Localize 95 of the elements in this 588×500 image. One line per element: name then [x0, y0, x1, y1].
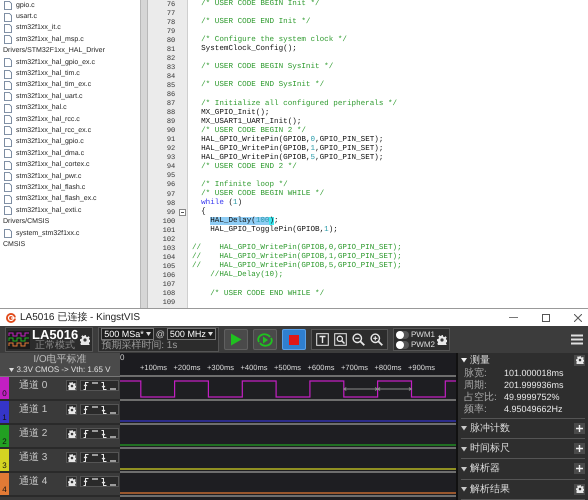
- measure-value: 49.9999752%: [504, 392, 560, 404]
- mode-label: 正常模式: [35, 341, 76, 351]
- measure-value: 101.000018ms: [504, 368, 564, 380]
- file-icon: [4, 229, 12, 238]
- channel-number: 0: [2, 389, 7, 399]
- stop-icon: [288, 334, 299, 344]
- start-button[interactable]: [224, 329, 248, 350]
- channel-color-tab[interactable]: 4: [0, 473, 9, 495]
- trigger-selector[interactable]: [80, 476, 119, 487]
- io-standard-dropdown[interactable]: 3.3V CMOS -> Vth: 1.65 V: [9, 365, 111, 375]
- sample-rate-dropdown[interactable]: 500 MSa*: [101, 328, 154, 340]
- stop-button[interactable]: [282, 329, 306, 350]
- collapsed-triangle-icon[interactable]: [461, 425, 467, 432]
- io-standard-title: I/O电平标准: [33, 354, 87, 365]
- channel-settings-icon[interactable]: [68, 430, 76, 438]
- channel-number: 2: [2, 437, 7, 447]
- settings-icon[interactable]: [80, 334, 90, 344]
- measure-value: 4.95049662Hz: [504, 404, 563, 416]
- channel-color-tab[interactable]: 2: [0, 425, 9, 447]
- section-title[interactable]: 脉冲计数: [470, 422, 510, 434]
- section-title[interactable]: 解析结果: [470, 484, 510, 495]
- measure-label: 占空比:: [464, 392, 498, 404]
- measure-value: 201.999936ms: [504, 380, 564, 392]
- time-origin: 0: [120, 353, 124, 363]
- add-button[interactable]: [574, 422, 585, 434]
- rising-edge-icon[interactable]: [83, 406, 89, 414]
- collapsed-triangle-icon[interactable]: [461, 446, 467, 452]
- caret-icon: [208, 332, 213, 336]
- channel-name[interactable]: 通道 2: [19, 428, 63, 439]
- channel-name[interactable]: 通道 3: [19, 452, 63, 463]
- measure-label: 周期:: [464, 380, 488, 392]
- measurement-arrow: [342, 387, 412, 391]
- channel-settings-icon[interactable]: [68, 478, 76, 486]
- trigger-selector[interactable]: [80, 380, 119, 391]
- pwm-toggle[interactable]: [396, 340, 409, 348]
- falling-edge-icon[interactable]: [101, 478, 107, 486]
- section-title[interactable]: 解析器: [470, 463, 500, 474]
- plus-icon: [576, 424, 583, 432]
- maximize-icon[interactable]: [542, 314, 550, 322]
- device-name: LA5016: [32, 328, 78, 341]
- close-icon[interactable]: [574, 314, 582, 322]
- collapsed-triangle-icon[interactable]: [461, 466, 467, 472]
- channel-number: 4: [2, 485, 7, 495]
- play-icon: [230, 333, 242, 346]
- zoom-out-icon[interactable]: [352, 333, 365, 346]
- rising-edge-icon[interactable]: [83, 382, 89, 390]
- channel-color-tab[interactable]: 3: [0, 449, 9, 471]
- text-tool-icon[interactable]: [316, 333, 329, 346]
- falling-edge-icon[interactable]: [101, 406, 107, 414]
- measure-label: 频率:: [464, 404, 488, 416]
- pwm-label: PWM2: [410, 340, 435, 349]
- sample-clock-dropdown[interactable]: 500 MHz: [166, 328, 216, 340]
- loop-button[interactable]: [252, 329, 277, 350]
- section-title[interactable]: 测量: [470, 354, 490, 366]
- channel-number: 3: [2, 461, 7, 471]
- plus-icon: [576, 445, 583, 452]
- expanded-triangle-icon[interactable]: [461, 357, 467, 364]
- channel-settings-icon[interactable]: [68, 382, 76, 390]
- rising-edge-icon[interactable]: [83, 430, 89, 438]
- falling-edge-icon[interactable]: [101, 382, 107, 390]
- expected-time-label: 预期采样时间: 1s: [101, 340, 178, 351]
- pwm-settings-icon[interactable]: [436, 334, 447, 344]
- rising-edge-icon[interactable]: [83, 478, 89, 486]
- trigger-selector[interactable]: [80, 428, 119, 439]
- measure-label: 脉宽:: [464, 368, 488, 380]
- trigger-selector[interactable]: [80, 404, 119, 415]
- trigger-selector[interactable]: [80, 452, 119, 463]
- falling-edge-icon[interactable]: [101, 454, 107, 462]
- zoom-in-icon[interactable]: [370, 333, 383, 346]
- fold-toggle-icon[interactable]: [178, 209, 186, 216]
- channel-settings-icon[interactable]: [68, 406, 76, 414]
- channel-settings-icon[interactable]: [68, 454, 76, 462]
- loop-play-icon: [256, 332, 274, 346]
- add-button[interactable]: [574, 463, 585, 474]
- zoom-fit-icon[interactable]: [334, 333, 347, 346]
- at-sign: @: [156, 329, 165, 339]
- rising-edge-icon[interactable]: [83, 454, 89, 462]
- plus-icon: [576, 465, 583, 472]
- falling-edge-icon[interactable]: [101, 430, 107, 438]
- channel-name[interactable]: 通道 1: [19, 404, 63, 415]
- channel-number: 1: [2, 413, 7, 423]
- collapsed-triangle-icon[interactable]: [461, 486, 467, 492]
- channel-name[interactable]: 通道 0: [19, 380, 63, 391]
- section-title[interactable]: 时间标尺: [470, 443, 510, 454]
- add-button[interactable]: [574, 443, 585, 454]
- waveform-logo-icon: [8, 330, 30, 348]
- pwm-label: PWM1: [410, 330, 435, 339]
- channel-color-tab[interactable]: 0: [0, 377, 9, 399]
- pwm-toggle[interactable]: [396, 330, 409, 338]
- menu-icon[interactable]: [571, 334, 583, 345]
- caret-icon: [146, 332, 151, 336]
- window-title: LA5016 已连接 - KingstVIS: [20, 312, 140, 324]
- app-logo-icon: [6, 312, 16, 322]
- caret-icon: [9, 368, 14, 372]
- channel-name[interactable]: 通道 4: [19, 476, 63, 487]
